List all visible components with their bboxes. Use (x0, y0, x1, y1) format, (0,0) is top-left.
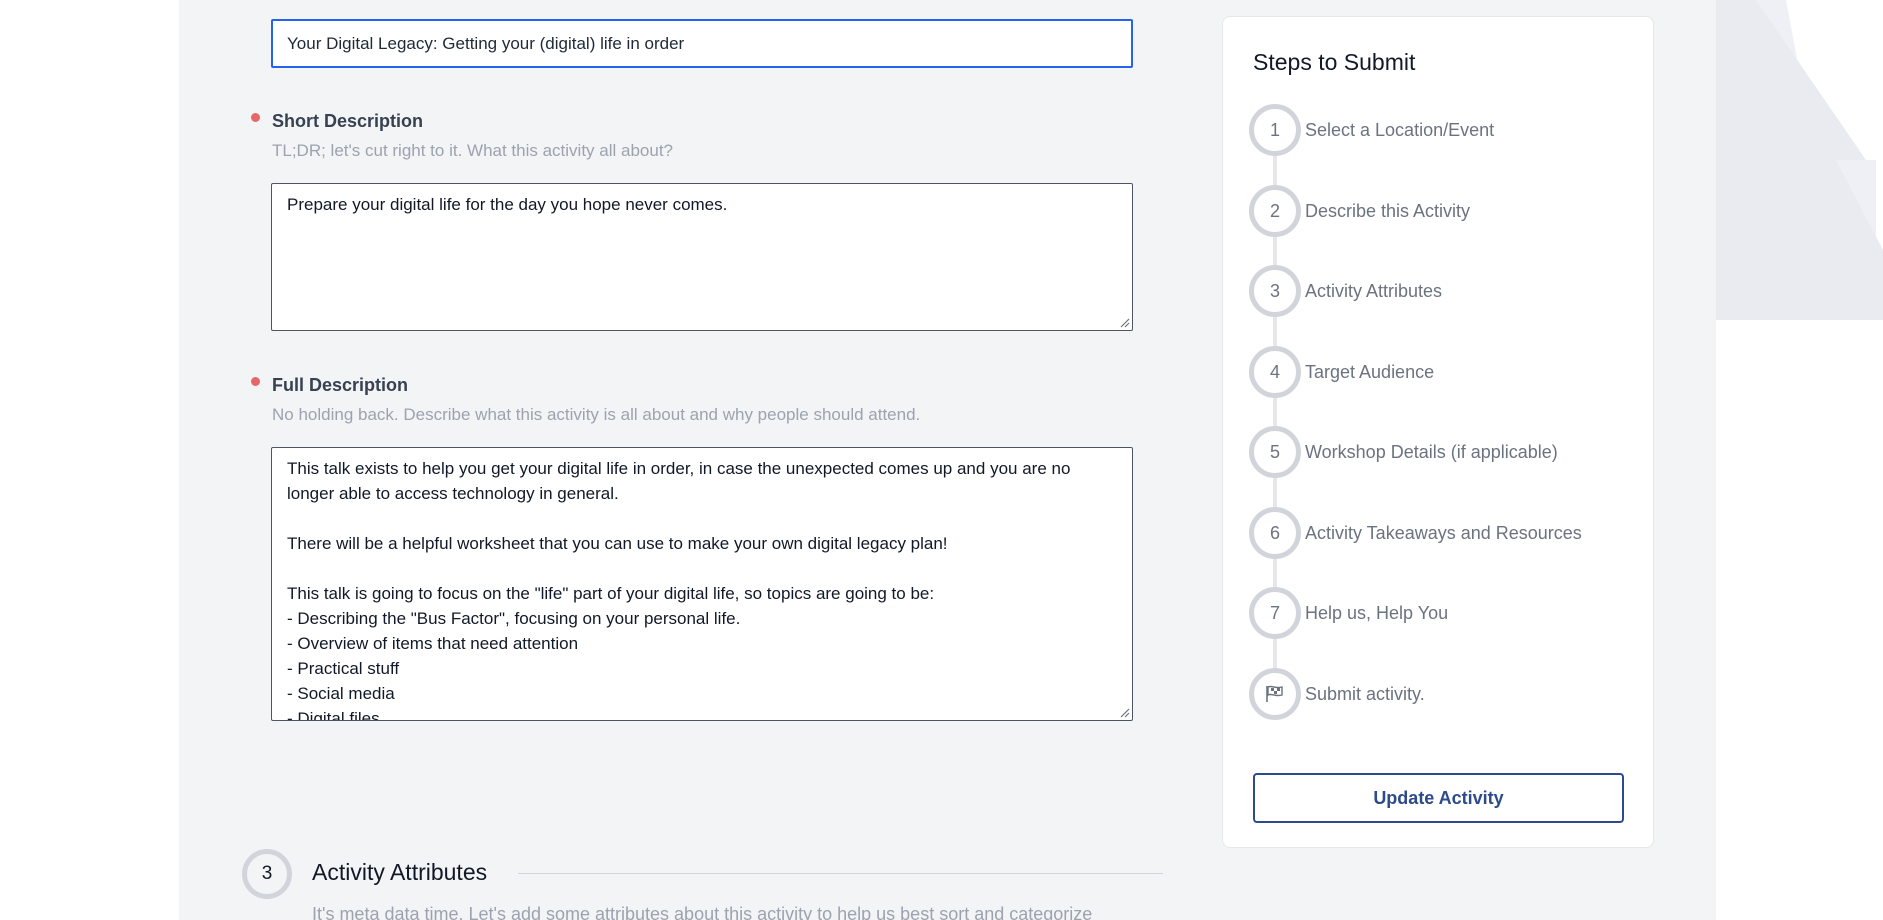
step-label: Activity Attributes (1305, 280, 1443, 301)
step-item[interactable]: 4 Target Audience (1249, 346, 1434, 398)
resize-handle-icon[interactable] (1118, 706, 1130, 718)
step-label: Select a Location/Event (1305, 119, 1495, 140)
flag-icon (1266, 685, 1283, 702)
step-number: 6 (1249, 507, 1301, 559)
background-decoration (1716, 0, 1883, 920)
step-label: Describe this Activity (1305, 200, 1471, 221)
required-indicator (251, 113, 260, 122)
step-number: 5 (1249, 426, 1301, 478)
required-indicator (251, 377, 260, 386)
short-description-label: Short Description (272, 111, 424, 131)
activity-title-input[interactable] (271, 19, 1133, 68)
step-number: 7 (1249, 587, 1301, 639)
section-divider (518, 873, 1163, 874)
step-item-submit[interactable]: Submit activity. (1249, 668, 1425, 720)
section-description: It's meta data time. Let's add some attr… (312, 904, 1093, 920)
steps-to-submit-panel: Steps to Submit 1 Select a Location/Even… (1222, 16, 1654, 848)
step-number: 1 (1249, 104, 1301, 156)
step-label: Activity Takeaways and Resources (1305, 522, 1582, 543)
step-item[interactable]: 1 Select a Location/Event (1249, 104, 1494, 156)
step-number: 4 (1249, 346, 1301, 398)
resize-handle-icon[interactable] (1118, 316, 1130, 328)
step-label: Help us, Help You (1305, 602, 1449, 623)
full-description-textarea[interactable]: This talk exists to help you get your di… (271, 447, 1133, 721)
step-item[interactable]: 7 Help us, Help You (1249, 587, 1448, 639)
section-title: Activity Attributes (312, 859, 488, 885)
step-number: 3 (1249, 265, 1301, 317)
step-label: Submit activity. (1305, 683, 1425, 704)
step-item[interactable]: 3 Activity Attributes (1249, 265, 1442, 317)
step-label: Target Audience (1305, 361, 1435, 382)
step-number (1249, 668, 1301, 720)
full-description-label: Full Description (272, 375, 409, 395)
step-label: Workshop Details (if applicable) (1305, 441, 1558, 462)
short-description-textarea[interactable]: Prepare your digital life for the day yo… (271, 183, 1133, 331)
section-number-badge: 3 (242, 849, 292, 899)
step-item[interactable]: 2 Describe this Activity (1249, 185, 1470, 237)
update-activity-button[interactable]: Update Activity (1253, 773, 1624, 823)
step-number: 2 (1249, 185, 1301, 237)
full-description-hint: No holding back. Describe what this acti… (272, 405, 921, 424)
step-item[interactable]: 5 Workshop Details (if applicable) (1249, 426, 1558, 478)
short-description-hint: TL;DR; let's cut right to it. What this … (272, 141, 674, 160)
steps-panel-title: Steps to Submit (1253, 49, 1416, 75)
step-item[interactable]: 6 Activity Takeaways and Resources (1249, 507, 1582, 559)
